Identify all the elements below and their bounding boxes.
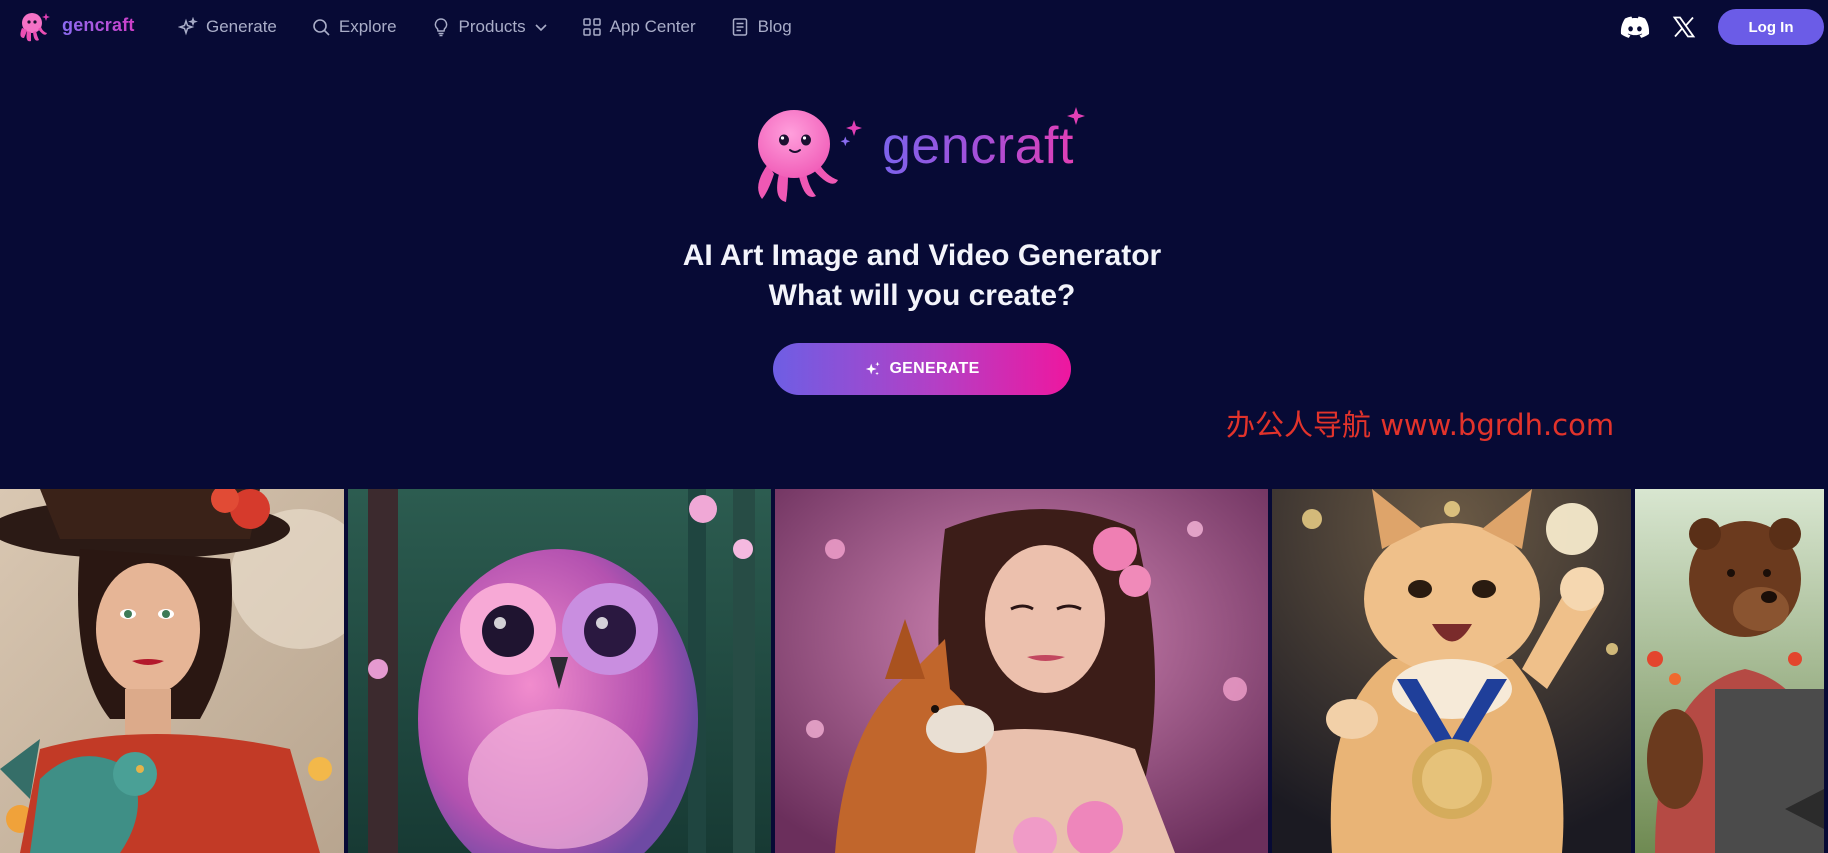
octopus-logo-icon [20, 13, 50, 42]
hero-title-line2: What will you create? [768, 279, 1076, 312]
sparkle-icon [1067, 107, 1085, 125]
top-navigation: gencraft Generate Explore Products App C… [0, 0, 1828, 54]
lightbulb-icon [434, 18, 447, 37]
gallery-image-1[interactable] [0, 489, 344, 853]
hero-title: AI Art Image and Video Generator What wi… [0, 236, 1828, 316]
nav-products-label: Products [458, 17, 526, 36]
nav-blog[interactable]: Blog [730, 0, 792, 54]
discord-icon [1620, 16, 1650, 38]
search-icon [313, 19, 330, 36]
gallery-image-3[interactable] [775, 489, 1268, 853]
discord-link[interactable] [1620, 15, 1650, 39]
bear-chef-image [1635, 489, 1824, 853]
gallery-image-4[interactable] [1272, 489, 1631, 853]
hero-wordmark: gencraft [882, 117, 1074, 175]
nav-generate[interactable]: Generate [178, 0, 277, 54]
nav-generate-label: Generate [206, 17, 277, 36]
chevron-down-icon [535, 24, 547, 32]
apps-grid-icon [582, 18, 601, 36]
sparkles-icon [866, 361, 881, 376]
nav-app-center-label: App Center [609, 17, 696, 36]
nav-app-center[interactable]: App Center [582, 0, 696, 54]
gallery-image-5[interactable] [1635, 489, 1824, 853]
brand-logo-link[interactable]: gencraft [16, 8, 135, 46]
woman-with-fox-image [775, 489, 1268, 853]
nav-blog-label: Blog [757, 17, 792, 36]
woman-with-dragon-image [0, 489, 344, 853]
nav-links: Generate Explore Products App Center Blo… [178, 0, 826, 54]
login-button[interactable]: Log In [1718, 9, 1824, 45]
brand-wordmark: gencraft [62, 14, 135, 35]
octopus-mascot-icon [758, 110, 862, 202]
x-link[interactable] [1672, 15, 1696, 39]
pink-owl-image [348, 489, 771, 853]
nav-explore-label: Explore [338, 17, 397, 36]
gallery-image-2[interactable] [348, 489, 771, 853]
hero-title-line1: AI Art Image and Video Generator [682, 239, 1162, 272]
generate-button[interactable]: GENERATE [773, 343, 1071, 395]
document-icon [732, 18, 747, 36]
nav-explore[interactable]: Explore [311, 0, 397, 54]
watermark-text: 办公人导航 www.bgrdh.com [1226, 408, 1615, 442]
image-gallery [0, 489, 1828, 853]
x-icon [1672, 16, 1696, 38]
cat-with-medal-image [1272, 489, 1631, 853]
generate-button-label: GENERATE [889, 360, 980, 377]
sparkles-icon [178, 17, 198, 36]
nav-right: Log In [1620, 9, 1824, 45]
hero-logo: gencraft [748, 104, 1088, 204]
nav-products[interactable]: Products [431, 0, 548, 54]
